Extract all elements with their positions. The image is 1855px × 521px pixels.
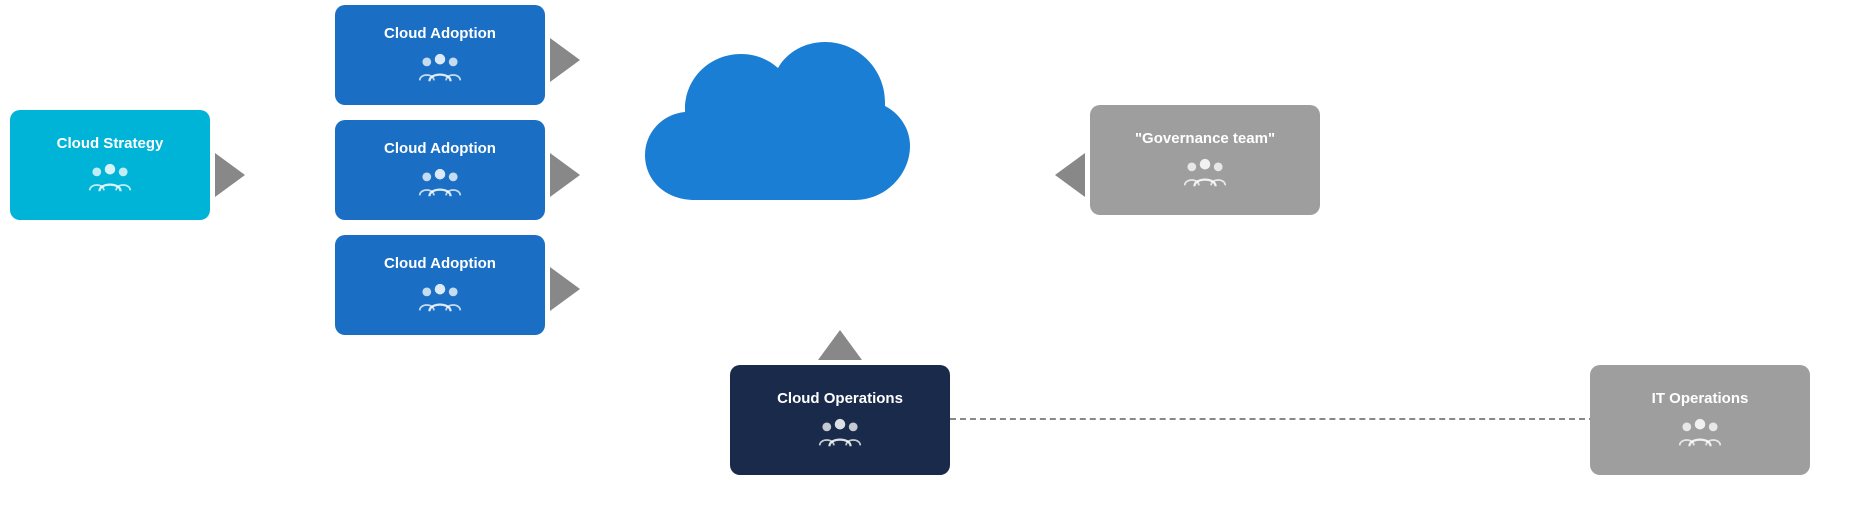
adoption1-label: Cloud Adoption [384,24,496,44]
arrow-ops-cloud [818,330,862,360]
operations-people-icon [818,415,862,451]
strategy-people-icon [88,160,132,196]
strategy-label: Cloud Strategy [57,134,164,154]
adoption2-people-icon [418,165,462,201]
arrow-adoption1-cloud [550,38,580,82]
adoption3-people-icon [418,280,462,316]
it-ops-label: IT Operations [1652,389,1749,409]
arrow-strategy-adoption [215,153,245,197]
governance-label: "Governance team" [1135,129,1275,149]
arrow-adoption2-cloud [550,153,580,197]
it-operations-box: IT Operations [1590,365,1810,475]
arrow-adoption3-cloud [550,267,580,311]
cloud-strategy-box: Cloud Strategy [10,110,210,220]
cloud-operations-box: Cloud Operations [730,365,950,475]
it-ops-people-icon [1678,415,1722,451]
diagram-container: Cloud Strategy Cloud Adoption Cloud Adop… [0,0,1855,521]
cloud-adoption-box-2: Cloud Adoption [335,120,545,220]
arrow-governance-cloud [1055,153,1085,197]
adoption2-label: Cloud Adoption [384,139,496,159]
adoption3-label: Cloud Adoption [384,254,496,274]
operations-label: Cloud Operations [777,389,903,409]
governance-team-box: "Governance team" [1090,105,1320,215]
dashed-line-ops-it [950,418,1595,420]
cloud-graphic [615,20,915,270]
governance-people-icon [1183,155,1227,191]
cloud-adoption-box-1: Cloud Adoption [335,5,545,105]
adoption1-people-icon [418,50,462,86]
cloud-adoption-box-3: Cloud Adoption [335,235,545,335]
